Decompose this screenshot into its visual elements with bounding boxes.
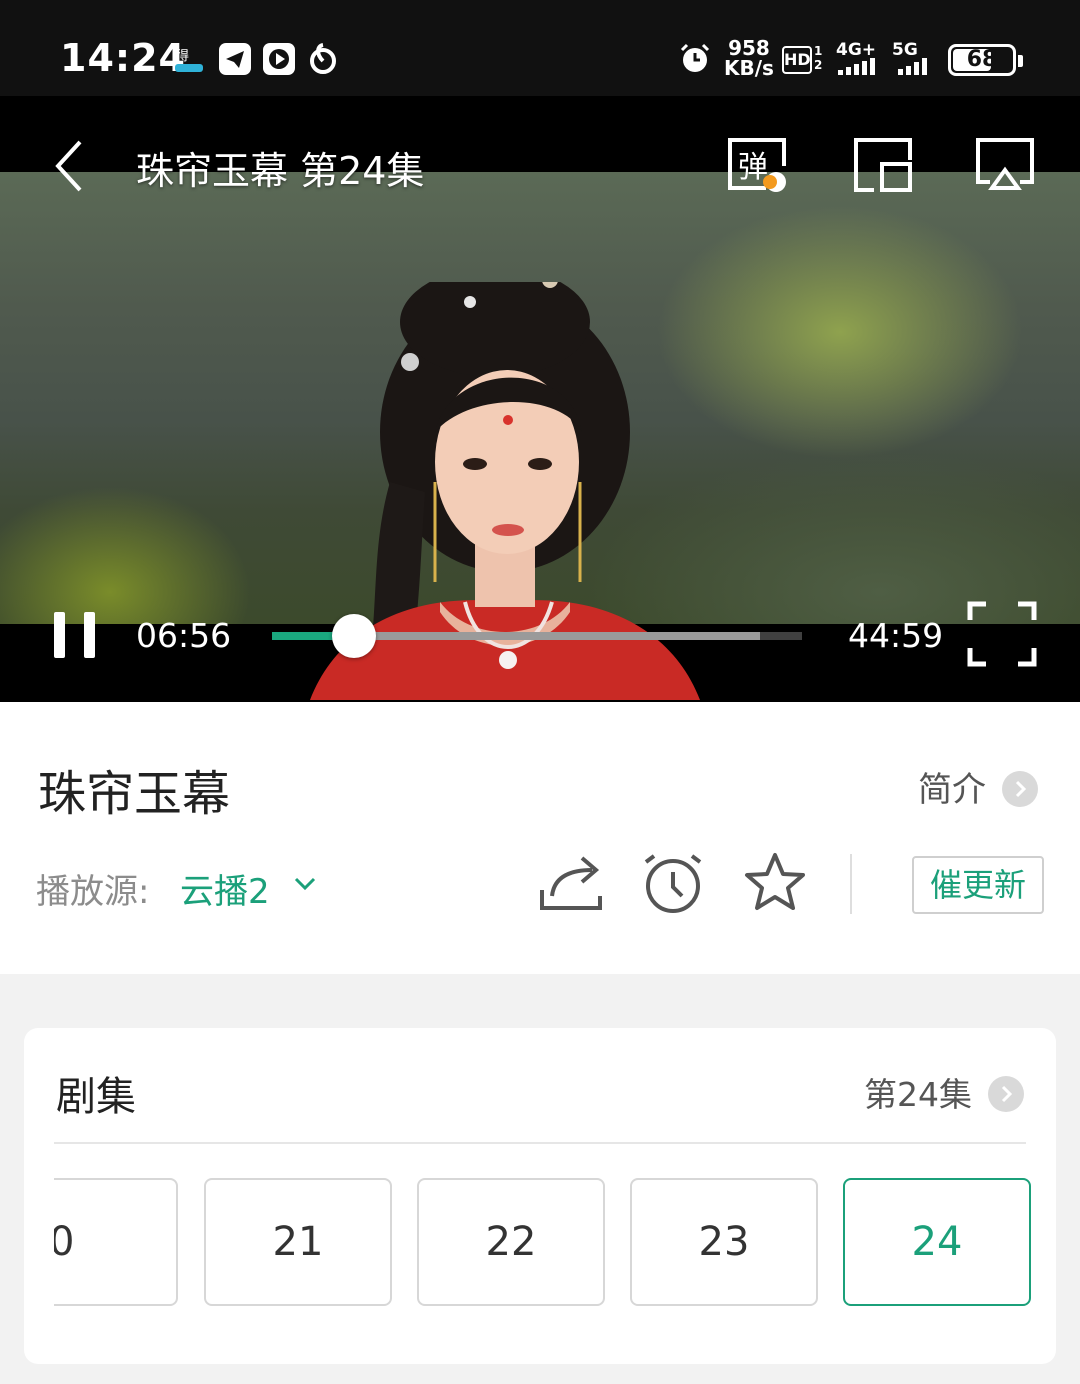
app-badge-icon: 得 <box>175 48 203 72</box>
episode-divider <box>54 1142 1026 1144</box>
episode-item-20[interactable]: 20 <box>54 1178 178 1306</box>
episode-current-link[interactable]: 第24集 <box>864 1068 1024 1116</box>
episode-list[interactable]: 20 21 22 23 24 <box>54 1178 1056 1308</box>
source-label: 播放源: <box>36 872 150 912</box>
progress-bar[interactable] <box>272 614 802 658</box>
video-frame <box>0 172 1080 700</box>
intro-link[interactable]: 简介 <box>918 762 1038 811</box>
signal-5g-icon: 5G <box>892 40 940 78</box>
netease-music-icon <box>310 43 336 74</box>
video-player[interactable]: 珠帘玉幕 第24集 弹 06:56 44:59 <box>0 96 1080 702</box>
episode-card: 剧集 第24集 20 21 22 23 24 <box>24 1028 1056 1364</box>
current-time: 06:56 <box>136 616 232 655</box>
source-selector[interactable]: 云播2 <box>180 864 270 913</box>
episode-item-22[interactable]: 22 <box>417 1178 605 1306</box>
video-title: 珠帘玉幕 第24集 <box>136 149 425 193</box>
danmaku-toggle-icon[interactable]: 弹 <box>726 136 788 194</box>
episode-item-23[interactable]: 23 <box>630 1178 818 1306</box>
hd-voice-icon: HD 1 2 <box>782 44 823 74</box>
favorite-star-icon[interactable] <box>742 850 808 916</box>
cast-screen-icon[interactable] <box>974 136 1036 194</box>
svg-text:得: 得 <box>176 48 189 64</box>
pause-icon[interactable] <box>52 612 98 658</box>
danmaku-label: 弹 <box>738 150 768 185</box>
battery-level: 68 <box>966 47 998 72</box>
action-divider <box>850 854 852 914</box>
signal-4g-icon: 4G+ <box>836 40 884 78</box>
episode-item-21[interactable]: 21 <box>204 1178 392 1306</box>
episode-current-label: 第24集 <box>864 1075 972 1114</box>
intro-label: 简介 <box>918 770 986 810</box>
urge-update-button[interactable]: 催更新 <box>912 856 1044 914</box>
battery-icon: 68 <box>948 44 1023 76</box>
show-title: 珠帘玉幕 <box>38 766 231 822</box>
total-time: 44:59 <box>848 616 944 655</box>
telegram-icon <box>219 43 251 75</box>
reminder-clock-icon[interactable] <box>640 850 706 916</box>
player-top-bar: 珠帘玉幕 第24集 弹 <box>0 96 1080 236</box>
chevron-right-icon <box>1002 770 1038 807</box>
fullscreen-icon[interactable] <box>966 600 1038 668</box>
chevron-down-icon[interactable] <box>292 874 318 894</box>
player-bottom-bar: 06:56 44:59 <box>0 596 1080 696</box>
share-icon[interactable] <box>538 850 604 916</box>
back-arrow-icon[interactable] <box>46 134 96 198</box>
episode-heading: 剧集 <box>56 1074 136 1120</box>
chevron-right-icon <box>988 1075 1024 1112</box>
video-app-icon <box>263 43 295 75</box>
network-speed: 958 KB/s <box>724 36 774 80</box>
status-bar: 14:24 得 958 KB/s HD 1 2 4G+ 5G 68 <box>0 0 1080 96</box>
show-info-panel: 珠帘玉幕 简介 播放源: 云播2 催更新 <box>0 702 1080 974</box>
episode-item-24[interactable]: 24 <box>843 1178 1031 1306</box>
status-time: 14:24 <box>60 36 186 80</box>
progress-thumb[interactable] <box>331 614 376 658</box>
alarm-icon <box>680 43 710 72</box>
picture-in-picture-icon[interactable] <box>852 136 914 194</box>
